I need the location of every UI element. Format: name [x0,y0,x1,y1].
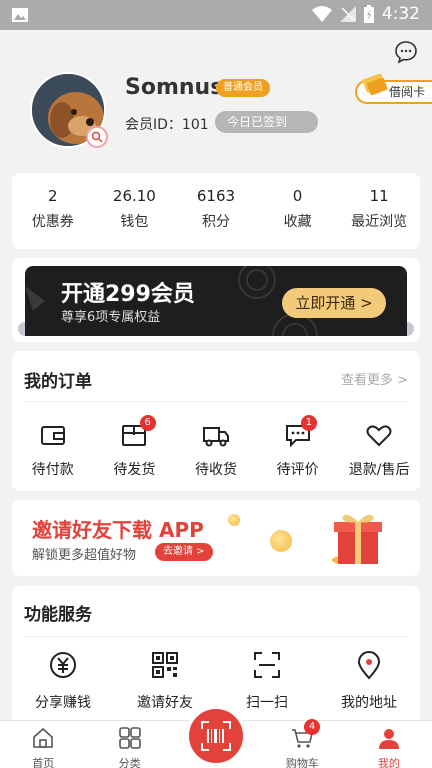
stat-label: 积分 [201,214,230,230]
yen-icon [50,652,76,678]
order-pending-payment[interactable]: 待付款 [12,421,94,481]
tab-label: 分类 [118,757,141,768]
stat-value: 0 [292,187,303,205]
tab-cart[interactable]: 购物车 [259,721,345,768]
qrcode-icon [152,652,178,678]
category-icon [118,727,141,749]
order-pending-shipment[interactable]: 6 待发货 [94,415,176,481]
invite-title: 邀请好友下载 APP [32,518,204,542]
search-icon [91,131,103,143]
stat-value: 11 [369,187,389,205]
wallet-icon [40,426,65,445]
tab-category[interactable]: 分类 [86,721,172,768]
stat-label: 收藏 [283,214,312,230]
avatar-search-badge[interactable] [86,126,108,148]
service-label: 我的地址 [341,695,397,711]
order-label: 待评价 [276,462,319,478]
order-label: 待付款 [31,462,74,478]
truck-icon [202,427,229,447]
order-pending-review[interactable]: 1 待评价 [257,415,339,481]
tab-mine[interactable]: 我的 [346,721,432,768]
services-title: 功能服务 [24,605,92,625]
service-label: 分享赚钱 [35,695,91,711]
wifi-icon [311,6,332,22]
status-bar: 4:32 [0,0,432,30]
stat-points[interactable]: 6163 积分 [175,173,257,249]
center-scan-button[interactable] [185,705,247,767]
order-label: 退款/售后 [348,462,410,478]
vip-subtitle: 尊享6项专属权益 [61,310,161,325]
vip-title: 开通299会员 [61,282,195,307]
scan-icon [254,652,280,678]
gift-box-icon [332,514,382,564]
cart-count-badge: 4 [304,719,320,735]
tab-home[interactable]: 首页 [0,721,86,768]
user-icon [378,729,399,749]
order-refund-aftersale[interactable]: 退款/售后 [338,421,420,481]
order-badge: 1 [300,415,317,431]
stat-wallet[interactable]: 26.10 钱包 [94,173,176,249]
invite-banner[interactable]: 邀请好友下载 APP 解锁更多超值好物 去邀请 > [12,500,420,576]
image-notification-icon [12,8,28,22]
stat-label: 最近浏览 [351,214,408,230]
stat-favorites[interactable]: 0 收藏 [257,173,339,249]
order-label: 待发货 [113,462,156,478]
stat-coupons[interactable]: 2 优惠券 [12,173,94,249]
order-label: 待收货 [194,462,237,478]
order-pending-receipt[interactable]: 待收货 [175,421,257,481]
divider [24,636,408,637]
card-icon [362,74,388,96]
home-icon [33,727,54,748]
my-orders-card: 我的订单 查看更多 > 待付款 6 待发货 待收货 1 待评价 退款/售后 [12,351,420,491]
location-icon [357,651,381,680]
invite-subtitle: 解锁更多超值好物 [32,548,137,563]
service-share-earn[interactable]: 分享赚钱 [12,650,114,712]
heart-icon [366,425,392,447]
divider [24,401,408,402]
vip-open-button[interactable]: 立即开通 > [282,288,386,318]
coin-decoration [270,530,292,552]
stat-value: 2 [48,187,58,205]
message-icon[interactable] [394,40,418,64]
tab-label: 首页 [32,757,55,768]
orders-title: 我的订单 [24,372,92,392]
orders-more-link[interactable]: 查看更多 > [341,369,408,388]
barcode-scan-icon [201,721,231,751]
service-my-address[interactable]: 我的地址 [318,650,420,712]
stat-value: 26.10 [112,187,156,205]
service-scan[interactable]: 扫一扫 [216,650,318,712]
stat-label: 优惠券 [31,214,74,230]
stats-card: 2 优惠券 26.10 钱包 6163 积分 0 收藏 11 最近浏览 [12,173,420,249]
invite-button[interactable]: 去邀请 > [155,543,213,561]
stat-label: 钱包 [120,214,149,230]
tab-label: 购物车 [285,757,319,768]
stat-recent[interactable]: 11 最近浏览 [338,173,420,249]
username: Somnus [125,75,224,100]
order-badge: 6 [139,415,156,431]
battery-icon [363,5,374,23]
member-id: 会员ID：101 [125,117,209,133]
member-level-badge: 普通会员 [216,79,270,97]
coin-decoration [228,514,240,526]
signal-icon [339,6,356,22]
vip-banner[interactable]: 开通299会员 尊享6项专属权益 立即开通 > [25,266,407,336]
tab-label: 我的 [377,757,400,768]
status-time: 4:32 [381,4,420,24]
service-invite-friends[interactable]: 邀请好友 [114,650,216,712]
signin-status-button[interactable]: 今日已签到 [215,111,318,133]
stat-value: 6163 [196,187,236,205]
